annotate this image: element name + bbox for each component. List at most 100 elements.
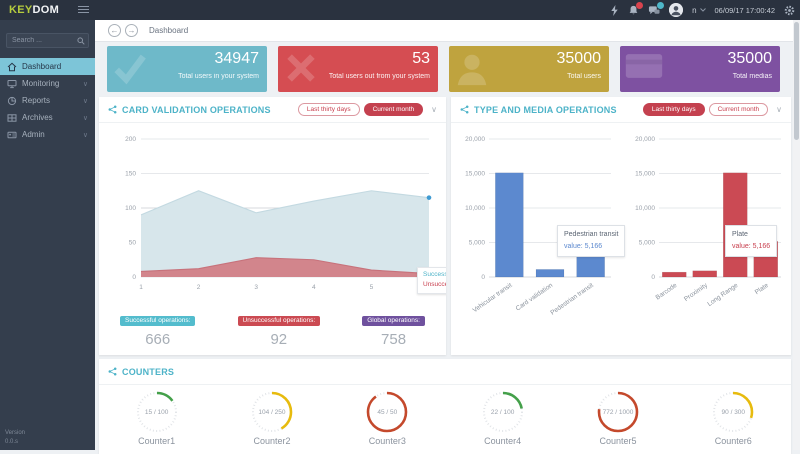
- stat-card-total-medias: 35000Total medias: [620, 46, 780, 92]
- counter-label: Counter4: [458, 436, 548, 446]
- scrollbar[interactable]: [793, 20, 800, 450]
- svg-text:Vehicular transit: Vehicular transit: [472, 282, 514, 314]
- sidebar-item-label: Reports: [22, 96, 50, 105]
- stat-value: 666: [120, 331, 195, 348]
- svg-text:20,000: 20,000: [465, 136, 485, 143]
- gauge: 90 / 300: [711, 390, 755, 434]
- check-icon: [111, 49, 149, 92]
- sidebar-item-archives[interactable]: Archives∨: [0, 109, 95, 126]
- sidebar-item-reports[interactable]: Reports ∨: [0, 92, 95, 109]
- filter-button-last-thirty-days[interactable]: Last thirty days: [298, 103, 360, 116]
- messages-badge: [657, 2, 664, 9]
- svg-text:2: 2: [197, 284, 201, 291]
- admin-icon: [7, 130, 17, 140]
- stat-card-label: Total users: [567, 73, 601, 80]
- svg-text:15,000: 15,000: [635, 171, 655, 178]
- chevron-icon: ∨: [83, 114, 88, 122]
- counters-panel: COUNTERS 15 / 100Counter1 104 / 250 Counte…: [99, 359, 791, 454]
- svg-text:1: 1: [139, 284, 143, 291]
- bar-barcode: [662, 272, 686, 277]
- stat-badge: Global operations:: [362, 316, 425, 326]
- area-chart: 050100150200123456: [107, 127, 438, 301]
- stat-badge: Successful operations:: [120, 316, 195, 326]
- collapse-chevron-icon[interactable]: ∨: [776, 105, 782, 114]
- stat-value: 758: [362, 331, 425, 348]
- back-button[interactable]: ←: [108, 24, 121, 37]
- gauge-value: 104 / 250: [250, 409, 294, 416]
- last-point-marker-successful: [427, 195, 432, 200]
- gauge: 15 / 100: [135, 390, 179, 434]
- main-content: ← → Dashboard 34947Total users in your s…: [95, 20, 800, 450]
- filter-button-current-month[interactable]: Current month: [364, 103, 424, 116]
- gauge-value: 45 / 50: [365, 409, 409, 416]
- panel-title-type-media: TYPE AND MEDIA OPERATIONS: [474, 105, 617, 115]
- counter-label: Counter6: [688, 436, 778, 446]
- scrollbar-thumb[interactable]: [794, 22, 799, 140]
- gauge-value: 772 / 1000: [596, 409, 640, 416]
- svg-text:5,000: 5,000: [469, 240, 486, 247]
- svg-text:0: 0: [132, 274, 136, 281]
- archives-icon: [7, 113, 17, 123]
- counter-label: Counter5: [573, 436, 663, 446]
- counter-label: Counter2: [227, 436, 317, 446]
- sidebar-item-label: Dashboard: [22, 62, 61, 71]
- settings-gear-icon[interactable]: [784, 5, 795, 16]
- svg-text:Pedestrian transit: Pedestrian transit: [549, 282, 595, 317]
- user-menu[interactable]: n: [692, 6, 705, 15]
- media-chart-tooltip: Plate value: 5,166: [725, 225, 777, 257]
- stat-cards-row: 34947 Total users in your system 53 Total u…: [107, 46, 780, 92]
- chevron-down-icon: [700, 8, 706, 12]
- svg-text:20,000: 20,000: [635, 136, 655, 143]
- stat-card-value: 53: [412, 50, 430, 68]
- chevron-icon: ∨: [83, 80, 88, 88]
- stat-card-total-users-in-your-system: 34947 Total users in your system: [107, 46, 267, 92]
- topbar: KEYDOM n 06/09/17 17:00:42: [0, 0, 800, 20]
- stat-card-value: 35000: [728, 50, 773, 68]
- filter-button-current-month[interactable]: Current month: [709, 103, 769, 116]
- sidebar-nav: DashboardMonitoring∨Reports∨Archives∨Adm…: [0, 58, 95, 143]
- svg-text:4: 4: [312, 284, 316, 291]
- svg-text:Barcode: Barcode: [655, 282, 679, 302]
- card-icon: [624, 49, 664, 88]
- type-chart-tooltip: Pedestrian transit value: 5,166: [557, 225, 625, 257]
- quick-actions-bolt-icon[interactable]: [610, 5, 619, 16]
- bar-vehicular-transit: [495, 173, 523, 277]
- share-icon: [108, 367, 117, 376]
- monitor-icon: [7, 79, 17, 89]
- stat-global-operations-: Global operations: 758: [362, 309, 425, 348]
- filter-button-last-thirty-days[interactable]: Last thirty days: [643, 103, 705, 116]
- home-icon: [7, 62, 17, 72]
- messages-chat-icon[interactable]: [648, 5, 660, 16]
- forward-button[interactable]: →: [125, 24, 138, 37]
- user-icon: [453, 49, 491, 92]
- notifications-bell-icon[interactable]: [628, 5, 639, 16]
- svg-text:15,000: 15,000: [465, 171, 485, 178]
- stat-card-label: Total users in your system: [178, 73, 259, 80]
- svg-text:100: 100: [125, 205, 136, 212]
- counter-counter1: 15 / 100Counter1: [112, 390, 202, 446]
- sidebar-item-label: Monitoring: [22, 79, 59, 88]
- gauge-value: 90 / 300: [711, 409, 755, 416]
- svg-text:3: 3: [254, 284, 258, 291]
- counter-counter2: 104 / 250 Counter2: [227, 390, 317, 446]
- share-icon: [108, 105, 117, 114]
- panel-title-counters: COUNTERS: [122, 367, 174, 377]
- counter-counter4: 22 / 100 Counter4: [458, 390, 548, 446]
- counter-counter6: 90 / 300 Counter6: [688, 390, 778, 446]
- svg-text:Plate: Plate: [754, 282, 770, 296]
- stat-card-value: 35000: [557, 50, 602, 68]
- version-label: Version: [5, 429, 25, 438]
- chevron-icon: ∨: [83, 97, 88, 105]
- stat-unsuccessful-operations-: Unsuccessful operations:92: [238, 309, 321, 348]
- stat-card-value: 34947: [215, 50, 260, 68]
- svg-text:10,000: 10,000: [635, 205, 655, 212]
- gauge-value: 22 / 100: [481, 409, 525, 416]
- sidebar-item-label: Admin: [22, 130, 45, 139]
- gauge: 772 / 1000: [596, 390, 640, 434]
- avatar[interactable]: [669, 3, 683, 17]
- sidebar-item-admin[interactable]: Admin∨: [0, 126, 95, 143]
- sidebar-item-dashboard[interactable]: Dashboard: [0, 58, 95, 75]
- sidebar-toggle-icon[interactable]: [78, 6, 89, 15]
- collapse-chevron-icon[interactable]: ∨: [431, 105, 437, 114]
- sidebar-item-monitoring[interactable]: Monitoring ∨: [0, 75, 95, 92]
